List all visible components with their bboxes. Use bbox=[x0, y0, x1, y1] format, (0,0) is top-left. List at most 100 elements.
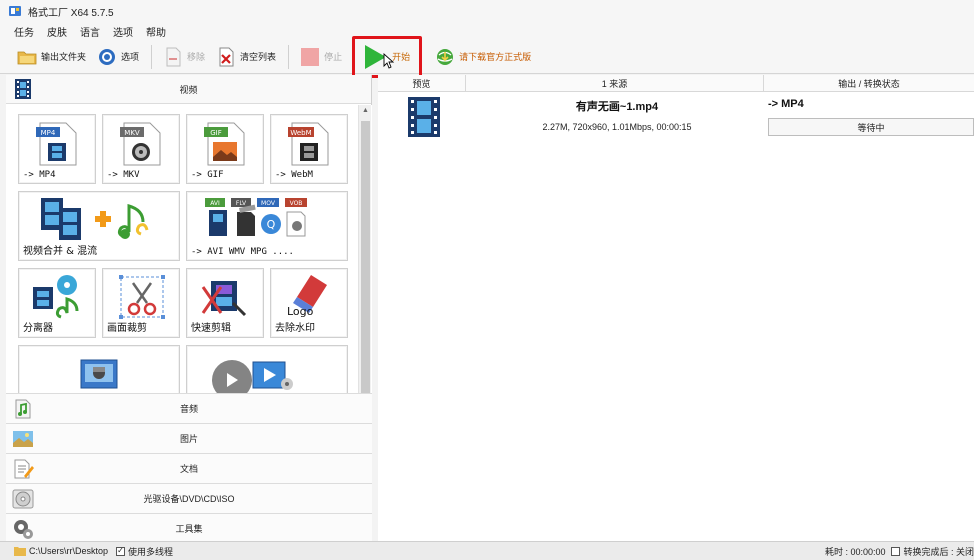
status-right: 耗时 : 00:00:00 转换完成后 : 关闭 bbox=[825, 542, 974, 560]
tools-icon bbox=[14, 520, 33, 539]
tile-crop[interactable]: 画面裁剪 bbox=[102, 268, 180, 338]
task-list-header: 预览 1 来源 输出 / 转换状态 bbox=[378, 75, 974, 92]
webm-file-icon: WebM bbox=[288, 122, 329, 166]
tile-to-mkv[interactable]: MKV -> MKV bbox=[102, 114, 180, 184]
tile-label: -> GIF bbox=[191, 170, 224, 180]
multithread-label: 使用多线程 bbox=[128, 546, 174, 557]
task-list: 预览 1 来源 输出 / 转换状态 有声无画~1.mp4 2.27M, 720x… bbox=[378, 75, 974, 541]
menu-help[interactable]: 帮助 bbox=[146, 24, 166, 39]
tile-label: 画面裁剪 bbox=[107, 323, 147, 334]
after-done-checkbox[interactable] bbox=[891, 547, 901, 556]
toolbar-separator bbox=[151, 44, 153, 69]
badge-text: MP4 bbox=[41, 129, 56, 137]
music-note-icon bbox=[15, 399, 31, 419]
scroll-thumb[interactable] bbox=[361, 121, 370, 406]
grid-scrollbar[interactable]: ▲ ▼ bbox=[358, 105, 371, 423]
menu-skin[interactable]: 皮肤 bbox=[47, 24, 67, 39]
options-button[interactable]: 选项 bbox=[92, 42, 143, 72]
tile-label: 快速剪辑 bbox=[191, 323, 231, 334]
output-path[interactable]: C:\Users\rr\Desktop bbox=[29, 546, 108, 556]
stop-label: 停止 bbox=[324, 52, 343, 62]
stop-button[interactable]: 停止 bbox=[295, 42, 346, 72]
gif-file-icon: GIF bbox=[204, 122, 245, 166]
tile-label: 分离器 bbox=[23, 323, 53, 334]
start-button[interactable]: 开始 bbox=[352, 35, 423, 78]
category-video-label: 视频 bbox=[179, 84, 198, 95]
splitter-icon bbox=[33, 275, 79, 319]
picture-icon bbox=[13, 431, 33, 447]
output-folder-button[interactable]: 输出文件夹 bbox=[12, 42, 90, 72]
download-official-link[interactable]: 请下载官方正式版 bbox=[430, 42, 535, 72]
folder-icon bbox=[16, 46, 38, 68]
tile-label: 去除水印 bbox=[275, 323, 315, 334]
task-target-format: -> MP4 bbox=[768, 98, 804, 110]
window-title: 格式工厂 X64 5.7.5 bbox=[28, 7, 114, 19]
tile-to-webm[interactable]: WebM -> WebM bbox=[270, 114, 348, 184]
tile-splitter[interactable]: 分离器 bbox=[18, 268, 96, 338]
mp4-file-icon: MP4 bbox=[36, 122, 77, 166]
column-output-status[interactable]: 输出 / 转换状态 bbox=[764, 75, 974, 91]
tile-label: -> MP4 bbox=[23, 170, 56, 180]
category-picture[interactable]: 图片 bbox=[6, 423, 372, 453]
svg-text:Q: Q bbox=[267, 218, 276, 231]
screen-record-icon bbox=[80, 359, 118, 389]
mouse-cursor-icon bbox=[383, 52, 395, 69]
task-row[interactable]: 有声无画~1.mp4 2.27M, 720x960, 1.01Mbps, 00:… bbox=[378, 93, 974, 143]
category-disc-label: 光驱设备\DVD\CD\ISO bbox=[143, 494, 235, 504]
video-player-icon bbox=[252, 361, 293, 390]
merge-video-audio-icon bbox=[41, 198, 149, 240]
category-tools[interactable]: 工具集 bbox=[6, 513, 372, 543]
menu-task[interactable]: 任务 bbox=[14, 24, 34, 39]
menu-options[interactable]: 选项 bbox=[113, 24, 133, 39]
video-file-thumbnail-icon bbox=[408, 97, 440, 137]
column-preview[interactable]: 预览 bbox=[378, 75, 466, 91]
clear-list-button[interactable]: 清空列表 bbox=[211, 42, 280, 72]
output-folder-label: 输出文件夹 bbox=[41, 52, 87, 62]
gear-icon bbox=[96, 46, 118, 68]
tile-label: 视频合并 & 混流 bbox=[23, 246, 98, 257]
tile-to-gif[interactable]: GIF -> GIF bbox=[186, 114, 264, 184]
disc-icon bbox=[12, 489, 34, 509]
column-source[interactable]: 1 来源 bbox=[466, 75, 764, 91]
badge-text: FLV bbox=[236, 200, 247, 207]
menu-language[interactable]: 语言 bbox=[80, 24, 100, 39]
badge-text: MOV bbox=[261, 200, 276, 207]
logo-text: Logo bbox=[287, 305, 314, 318]
clear-list-icon bbox=[215, 46, 237, 68]
eraser-icon: Logo bbox=[287, 275, 327, 318]
scroll-up-arrow-icon[interactable]: ▲ bbox=[359, 105, 372, 117]
toolbar: 输出文件夹 选项 移除 清空列表 停止 开始 请下载官方正式版 bbox=[0, 35, 974, 78]
crop-scissors-icon bbox=[119, 275, 165, 319]
category-document[interactable]: 文档 bbox=[6, 453, 372, 483]
function-panel: 视频 MP4 -> MP4 MKV -> MKV GIF -> GIF WebM… bbox=[6, 75, 372, 543]
category-disc[interactable]: 光驱设备\DVD\CD\ISO bbox=[6, 483, 372, 513]
category-tools-label: 工具集 bbox=[175, 524, 203, 534]
task-file-info: 2.27M, 720x960, 1.01Mbps, 00:00:15 bbox=[542, 122, 692, 132]
tile-quick-clip[interactable]: 快速剪辑 bbox=[186, 268, 264, 338]
options-label: 选项 bbox=[121, 52, 140, 62]
multithread-checkbox[interactable]: ✓ bbox=[116, 546, 126, 556]
category-list: 音频 图片 文档 光驱设备\DVD\CD\ISO 工具集 bbox=[6, 393, 372, 543]
play-icon bbox=[227, 373, 238, 387]
download-label: 请下载官方正式版 bbox=[459, 52, 532, 62]
multi-format-icon: AVI FLV MOV VOB Q bbox=[205, 198, 307, 237]
clear-list-label: 清空列表 bbox=[240, 52, 277, 62]
tile-remove-watermark[interactable]: Logo 去除水印 bbox=[270, 268, 348, 338]
tile-to-mp4[interactable]: MP4 -> MP4 bbox=[18, 114, 96, 184]
remove-label: 移除 bbox=[187, 52, 206, 62]
tile-to-avi-wmv-mpg[interactable]: AVI FLV MOV VOB Q -> AVI WMV MPG .... bbox=[186, 191, 348, 261]
remove-button[interactable]: 移除 bbox=[158, 42, 209, 72]
app-window: 格式工厂 X64 5.7.5 任务 皮肤 语言 选项 帮助 输出文件夹 选项 移… bbox=[0, 0, 974, 560]
mkv-file-icon: MKV bbox=[120, 122, 161, 166]
quick-clip-icon bbox=[201, 281, 247, 317]
task-status-bar: 等待中 bbox=[768, 118, 974, 136]
folder-icon bbox=[14, 547, 26, 556]
category-video[interactable]: 视频 bbox=[6, 75, 371, 104]
remove-document-icon bbox=[162, 46, 184, 68]
tile-merge-mux[interactable]: 视频合并 & 混流 bbox=[18, 191, 180, 261]
category-audio[interactable]: 音频 bbox=[6, 393, 372, 423]
after-done-label: 转换完成后 : 关闭 bbox=[903, 547, 974, 557]
title-bar: 格式工厂 X64 5.7.5 bbox=[0, 0, 974, 22]
tile-label: -> MKV bbox=[107, 170, 140, 180]
toolbar-separator bbox=[288, 44, 290, 69]
